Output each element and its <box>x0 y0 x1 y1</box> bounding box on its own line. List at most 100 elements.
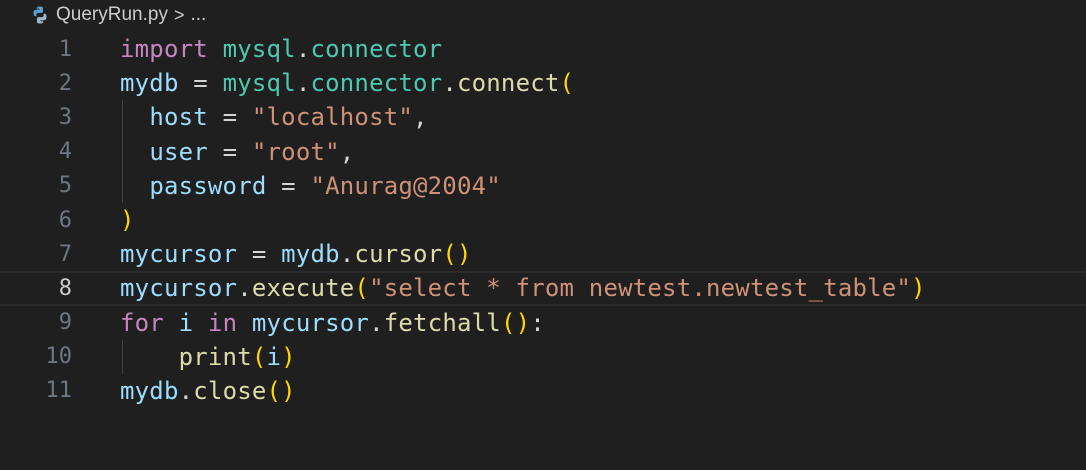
code-token: fetchall <box>383 308 501 337</box>
code-text[interactable]: host = "localhost", <box>120 103 428 131</box>
code-line[interactable]: 9 for i in mycursor.fetchall(): <box>0 306 1086 340</box>
code-line[interactable]: 2 mydb = mysql.connector.connect( <box>0 66 1086 100</box>
code-line[interactable]: 11 mydb.close() <box>0 374 1086 408</box>
code-token: . <box>442 69 457 98</box>
code-token: user <box>149 137 208 166</box>
line-number: 8 <box>58 275 72 301</box>
code-text[interactable]: mycursor.execute("select * from newtest.… <box>120 274 926 302</box>
code-token: i <box>178 308 194 337</box>
code-line[interactable]: 3 host = "localhost", <box>0 100 1086 134</box>
code-text[interactable]: mycursor = mydb.cursor() <box>120 240 472 268</box>
code-token: connector <box>310 69 443 98</box>
breadcrumb: QueryRun.py > ... <box>30 2 206 28</box>
code-text[interactable]: ) <box>120 206 135 234</box>
code-token: i <box>266 342 282 371</box>
code-token: : <box>530 308 545 337</box>
code-token: mysql <box>222 35 296 64</box>
line-number: 4 <box>58 139 72 165</box>
chevron-right-icon: > <box>173 4 185 25</box>
code-token: import <box>120 35 208 64</box>
line-number: 1 <box>58 36 72 62</box>
code-line[interactable]: 6) <box>0 203 1086 237</box>
code-line[interactable]: 1 import mysql.connector <box>0 32 1086 66</box>
breadcrumb-ellipsis[interactable]: ... <box>190 4 206 26</box>
code-token: () <box>266 376 296 405</box>
code-token: ) <box>911 274 926 303</box>
code-token: execute <box>251 274 355 303</box>
code-token: . <box>237 274 252 303</box>
code-text[interactable]: for i in mycursor.fetchall(): <box>120 309 545 337</box>
code-token: , <box>413 103 428 132</box>
code-token: close <box>193 376 267 405</box>
code-token: . <box>295 69 311 98</box>
code-token: mysql <box>222 69 296 98</box>
code-token: () <box>442 240 472 269</box>
line-number: 3 <box>58 104 72 130</box>
code-text[interactable]: import mysql.connector <box>120 35 442 63</box>
code-line[interactable]: 7 mycursor = mydb.cursor() <box>0 237 1086 271</box>
code-token: "select * from newtest.newtest_table" <box>369 274 912 303</box>
code-token: "localhost" <box>251 103 414 132</box>
code-token: . <box>295 35 311 64</box>
line-number: 7 <box>58 241 72 267</box>
code-token: mydb <box>120 69 179 98</box>
code-line[interactable]: 4 user = "root", <box>0 135 1086 169</box>
code-token: = <box>207 103 252 132</box>
python-file-icon <box>30 5 50 25</box>
code-token: "root" <box>251 137 340 166</box>
line-number: 2 <box>58 70 72 96</box>
code-token: ( <box>354 274 370 303</box>
code-text[interactable]: print(i) <box>120 343 296 371</box>
code-token: ) <box>120 206 135 235</box>
code-area[interactable]: 1 import mysql.connector 2 mydb = mysql.con… <box>0 32 1086 408</box>
code-token: mycursor <box>120 274 238 303</box>
code-line[interactable]: 10 print(i) <box>0 340 1086 374</box>
line-number: 6 <box>58 207 72 233</box>
code-token: , <box>339 137 355 166</box>
code-token: = <box>237 240 282 269</box>
code-token: . <box>369 308 384 337</box>
code-token: ( <box>251 342 267 371</box>
code-text[interactable]: user = "root", <box>120 138 354 166</box>
code-token: mydb <box>281 240 340 269</box>
code-token: = <box>178 69 223 98</box>
code-token: connector <box>310 35 443 64</box>
code-token: . <box>178 376 194 405</box>
breadcrumb-filename[interactable]: QueryRun.py <box>56 4 168 26</box>
code-token: for <box>120 308 164 337</box>
code-token: mycursor <box>251 308 370 337</box>
code-token: host <box>149 103 208 132</box>
code-token: = <box>207 137 252 166</box>
code-token: print <box>178 342 252 371</box>
line-number: 5 <box>58 173 72 199</box>
code-token: . <box>339 240 355 269</box>
code-token: cursor <box>354 240 443 269</box>
line-number: 9 <box>58 310 72 336</box>
code-text[interactable]: mydb = mysql.connector.connect( <box>120 69 574 97</box>
code-text[interactable]: mydb.close() <box>120 377 296 405</box>
code-token: ( <box>559 69 575 98</box>
code-token: connect <box>456 69 560 98</box>
code-token: "Anurag@2004" <box>310 171 501 200</box>
code-text[interactable]: password = "Anurag@2004" <box>120 172 501 200</box>
code-editor[interactable]: QueryRun.py > ... 1 import mysql.connecto… <box>0 0 1086 470</box>
code-token: = <box>266 171 311 200</box>
code-line[interactable]: 5 password = "Anurag@2004" <box>0 169 1086 203</box>
line-number: 10 <box>45 344 73 370</box>
code-token: ) <box>281 342 296 371</box>
code-token: in <box>207 308 238 337</box>
indent-guide <box>122 100 123 203</box>
code-line[interactable]: 8 mycursor.execute("select * from newtest… <box>0 271 1086 306</box>
code-token: mydb <box>120 376 179 405</box>
line-number: 11 <box>45 378 73 404</box>
code-token: mycursor <box>120 240 238 269</box>
code-token: password <box>149 171 267 200</box>
